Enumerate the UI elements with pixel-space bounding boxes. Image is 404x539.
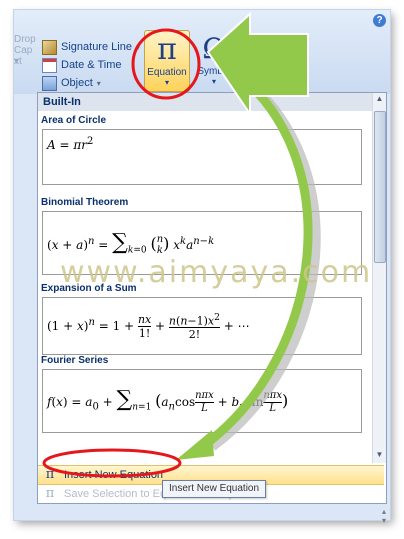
symbol-button[interactable]: Ω Symbol ▾ [194,30,234,90]
object-label: Object [61,77,93,89]
help-icon[interactable]: ? [373,14,386,27]
symbol-label: Symbol [197,66,231,77]
chevron-down-icon: ▾ [164,78,169,87]
signature-line-button[interactable]: Signature Line ▾ [42,38,140,56]
ribbon: ? Drop Cap ▾ xt Signature Line ▾ Date & … [14,10,390,94]
equation-title-area-of-circle: Area of Circle [41,115,107,126]
pi-icon: π [157,32,177,67]
equation-expansion-of-a-sum[interactable]: (1 + x)n = 1 + nx 1! + n(n−1)x2 2! + ⋯ [42,297,362,355]
formula-expansion-of-a-sum: (1 + x)n = 1 + nx 1! + n(n−1)x2 2! + ⋯ [47,311,250,342]
scroll-down-icon[interactable]: ▼ [373,449,386,461]
calendar-icon [42,57,57,73]
equation-button[interactable]: π Equation ▾ [144,30,190,92]
built-in-header: Built-In [38,93,375,111]
formula-binomial-theorem: (x + a)n = ∑k=0 (n k) xkan−k [47,229,215,257]
omega-icon: Ω [202,32,226,65]
pi-icon: π [45,467,55,482]
drop-cap-text-2: Cap ▾ [14,45,33,67]
equation-title-binomial-theorem: Binomial Theorem [41,197,129,208]
scroll-thumb[interactable] [374,111,386,263]
object-icon [42,75,57,91]
signature-line-label: Signature Line [61,41,132,53]
formula-fourier-series: f(x) = a0 + ∑n=1 (ancos nπx L + bnsin nπx L) [47,387,289,414]
watermark: www.aimyaya.com [60,255,373,290]
drop-cap-stub: Drop Cap ▾ xt [14,34,38,94]
insert-new-equation-label: Insert New Equation [64,469,164,481]
object-button[interactable]: Object ▾ [42,74,101,92]
tooltip: Insert New Equation [162,480,267,498]
chevron-down-icon: ▾ [96,78,101,88]
equation-area-of-circle[interactable]: A = πr2 [42,129,362,185]
equation-fourier-series[interactable]: f(x) = a0 + ∑n=1 (ancos nπx L + bnsin nπx L) [42,369,362,433]
scroll-up-icon[interactable]: ▲ [373,93,386,105]
equation-title-fourier-series: Fourier Series [41,355,109,366]
formula-area-of-circle: A = πr2 [47,136,94,152]
drop-cap-text-1: Drop [14,34,36,45]
drop-cap-text-3: xt [14,56,22,67]
resize-grip-icon[interactable]: ▴ ▾ [382,507,386,525]
gallery-scrollbar[interactable]: ▲ ▼ [372,93,386,463]
pi-icon: π [45,486,55,501]
equation-gallery: Built-In Area of Circle A = πr2 Binomial… [37,92,387,504]
date-time-button[interactable]: Date & Time [42,56,122,74]
signature-line-icon [42,39,57,55]
date-time-label: Date & Time [61,59,122,71]
equation-label: Equation [147,67,187,78]
chevron-down-icon: ▾ [135,42,140,52]
chevron-down-icon: ▾ [211,77,216,86]
